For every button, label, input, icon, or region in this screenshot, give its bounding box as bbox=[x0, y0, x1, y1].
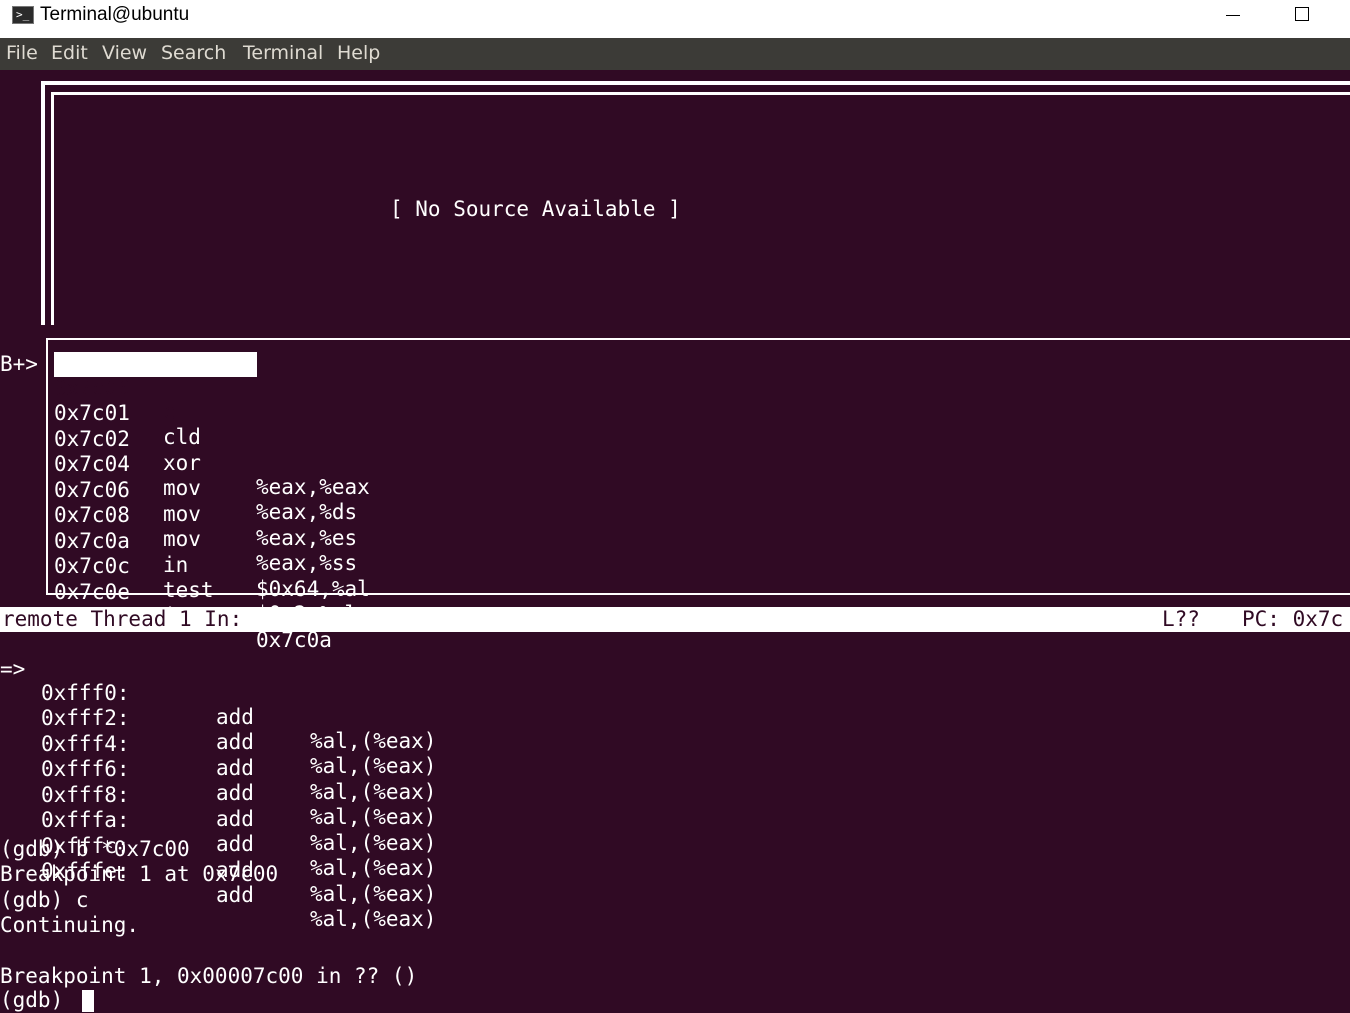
asm-row: 0x7c00 cli bbox=[54, 352, 257, 424]
asm-operands: %eax,%eax bbox=[256, 475, 370, 499]
asm-address: 0x7c0e bbox=[54, 580, 130, 604]
disasm-opcode: add bbox=[216, 705, 254, 729]
menu-edit[interactable]: Edit bbox=[51, 42, 88, 64]
minimize-button[interactable] bbox=[1213, 2, 1253, 30]
gdb-log-line: Continuing. bbox=[0, 913, 140, 937]
asm-opcode: mov bbox=[163, 476, 201, 500]
status-pc: PC: 0x7c bbox=[1242, 607, 1344, 631]
disasm-address: 0xfff2: bbox=[41, 706, 130, 730]
asm-opcode: cli bbox=[163, 400, 201, 424]
gdb-log-line: (gdb) c bbox=[0, 888, 89, 912]
asm-opcode: test bbox=[163, 578, 214, 602]
disasm-address: 0xfff4: bbox=[41, 732, 130, 756]
disasm-row: => 0xfff0: add %al,(%eax) bbox=[0, 633, 436, 753]
disasm-row: 0xfff4: add %al,(%eax) bbox=[0, 684, 436, 804]
menu-terminal[interactable]: Terminal bbox=[243, 42, 323, 64]
menu-bar: File Edit View Search Terminal Help bbox=[0, 38, 1350, 70]
asm-opcode: cld bbox=[163, 425, 201, 449]
asm-row: 0x7c0e jne 0x7c0a bbox=[54, 556, 332, 652]
disasm-operands: %al,(%eax) bbox=[310, 729, 437, 753]
menu-search[interactable]: Search bbox=[161, 42, 226, 64]
gdb-log-line: Breakpoint 1 at 0x7c00 bbox=[0, 862, 279, 886]
disasm-address: 0xfff0: bbox=[41, 681, 130, 705]
disasm-operands: %al,(%eax) bbox=[310, 805, 437, 829]
disasm-row: 0xfff8: add %al,(%eax) bbox=[0, 735, 436, 855]
asm-row: 0x7c01 cld bbox=[54, 377, 201, 449]
text-cursor bbox=[82, 990, 94, 1012]
disasm-address: 0xfffa: bbox=[41, 808, 130, 832]
status-thread: remote Thread 1 In: bbox=[2, 607, 243, 631]
asm-row: 0x7c0a in $0x64,%al bbox=[54, 505, 370, 601]
disasm-opcode: add bbox=[216, 756, 254, 780]
disasm-opcode: add bbox=[216, 781, 254, 805]
gdb-log-line: Breakpoint 1, 0x00007c00 in ?? () bbox=[0, 964, 418, 988]
menu-file[interactable]: File bbox=[6, 42, 38, 64]
disasm-row: 0xfffe: add %al,(%eax) bbox=[0, 811, 436, 931]
disasm-opcode: add bbox=[216, 832, 254, 856]
asm-opcode: in bbox=[163, 553, 189, 577]
asm-row: 0x7c0c test $0x2,%al bbox=[54, 530, 357, 626]
disasm-operands: %al,(%eax) bbox=[310, 780, 437, 804]
disasm-row: 0xfff6: add %al,(%eax) bbox=[0, 709, 436, 829]
asm-operands: %eax,%ss bbox=[256, 551, 358, 575]
disasm-operands: %al,(%eax) bbox=[310, 907, 437, 931]
disasm-address: 0xfff6: bbox=[41, 757, 130, 781]
source-pane bbox=[51, 92, 1350, 325]
gdb-log-line: (gdb) b *0x7c00 bbox=[0, 837, 190, 861]
disasm-row: 0xfffc: add %al,(%eax) bbox=[0, 786, 436, 906]
maximize-button[interactable] bbox=[1282, 2, 1322, 30]
title-bar: >_ Terminal@ubuntu bbox=[0, 0, 1350, 38]
asm-row: 0x7c04 mov %eax,%ds bbox=[54, 428, 357, 524]
breakpoint-marker: B+> bbox=[0, 352, 38, 376]
disasm-opcode: add bbox=[216, 730, 254, 754]
disasm-address: 0xfff8: bbox=[41, 783, 130, 807]
asm-opcode: mov bbox=[163, 527, 201, 551]
no-source-message: [ No Source Available ] bbox=[390, 197, 681, 221]
disasm-operands: %al,(%eax) bbox=[310, 831, 437, 855]
disasm-opcode: add bbox=[216, 883, 254, 907]
menu-help[interactable]: Help bbox=[337, 42, 380, 64]
asm-operands: %eax,%es bbox=[256, 526, 358, 550]
disasm-opcode: add bbox=[216, 807, 254, 831]
terminal-area[interactable]: [ No Source Available ] B+> 0x7c00 cli 0… bbox=[0, 70, 1350, 1013]
window-title: Terminal@ubuntu bbox=[40, 4, 190, 25]
disasm-row: 0xfffa: add %al,(%eax) bbox=[0, 760, 436, 880]
asm-opcode: xor bbox=[163, 451, 201, 475]
disasm-row: 0xfff2: add %al,(%eax) bbox=[0, 658, 436, 778]
asm-row: 0x7c06 mov %eax,%es bbox=[54, 454, 357, 550]
disasm-operands: %al,(%eax) bbox=[310, 856, 437, 880]
menu-view[interactable]: View bbox=[102, 42, 147, 64]
status-line: L?? bbox=[1162, 607, 1200, 631]
gdb-prompt[interactable]: (gdb) bbox=[0, 988, 76, 1012]
asm-operands: $0x64,%al bbox=[256, 577, 370, 601]
asm-operands: %eax,%ds bbox=[256, 500, 358, 524]
asm-row: 0x7c08 mov %eax,%ss bbox=[54, 479, 357, 575]
disasm-operands: %al,(%eax) bbox=[310, 754, 437, 778]
terminal-icon: >_ bbox=[12, 6, 34, 24]
gdb-status-bar: remote Thread 1 In: L?? PC: 0x7c bbox=[0, 607, 1350, 632]
disasm-operands: %al,(%eax) bbox=[310, 882, 437, 906]
asm-row: 0x7c02 xor %eax,%eax bbox=[54, 403, 370, 499]
asm-opcode: mov bbox=[163, 502, 201, 526]
